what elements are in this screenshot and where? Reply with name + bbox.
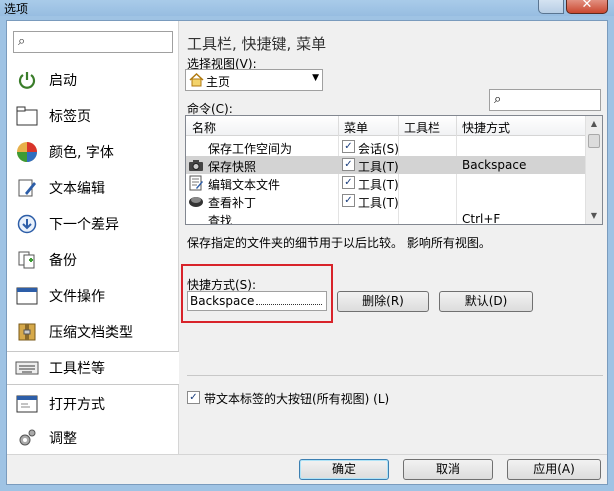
palette-icon [15, 140, 39, 164]
large-buttons-checkbox[interactable]: ✓ [187, 391, 200, 404]
home-icon [189, 72, 204, 90]
sidebar-item-label: 打开方式 [49, 397, 105, 413]
shortcut-input-value: Backspace [190, 294, 255, 308]
shortcut-input[interactable]: Backspace [187, 291, 327, 311]
sidebar-item-tweaks[interactable]: 调整 [7, 421, 179, 455]
close-button[interactable]: ✕ [566, 0, 608, 14]
table-row[interactable]: 保存工作空间为 ✓ 会话(S) [186, 138, 586, 156]
help-button[interactable] [538, 0, 564, 14]
search-icon: ⌕ [494, 92, 502, 107]
search-icon: ⌕ [18, 34, 26, 49]
menu-checkbox[interactable]: ✓ [342, 158, 355, 171]
sidebar: ⌕ 启动 标签页 颜色, 字体 文本编辑 下一个差异 备份 文件操作 压缩文档类… [7, 21, 179, 454]
apply-button[interactable]: 应用(A) [507, 459, 601, 480]
scroll-up-icon[interactable]: ▲ [586, 116, 602, 132]
row-name: 编辑文本文件 [208, 178, 281, 192]
row-menu: 会话(S) [358, 142, 399, 156]
divider [187, 375, 603, 376]
chevron-down-icon: ▼ [312, 73, 319, 83]
sidebar-item-backup[interactable]: 备份 [7, 243, 179, 277]
sidebar-item-tabs[interactable]: 标签页 [7, 99, 179, 133]
open-with-icon [15, 392, 39, 416]
column-header-menu[interactable]: 菜单 [344, 119, 368, 136]
backup-icon [15, 248, 39, 272]
sidebar-item-label: 备份 [49, 253, 77, 269]
sidebar-item-text-edit[interactable]: 文本编辑 [7, 171, 179, 205]
tab-icon [15, 104, 39, 128]
sidebar-item-open-with[interactable]: 打开方式 [7, 387, 179, 421]
row-menu: 工具(T) [358, 178, 399, 192]
column-header-shortcut[interactable]: 快捷方式 [462, 119, 510, 136]
sidebar-item-colors-fonts[interactable]: 颜色, 字体 [7, 135, 179, 169]
patch-icon [188, 193, 204, 209]
column-header-name[interactable]: 名称 [192, 119, 216, 136]
row-menu: 工具(T) [358, 196, 399, 210]
table-row[interactable]: 保存快照 ✓ 工具(T) Backspace [186, 156, 586, 174]
sidebar-item-label: 工具栏等 [49, 361, 105, 377]
table-row[interactable]: 查找 Ctrl+F [186, 210, 586, 225]
close-icon: ✕ [581, 0, 593, 12]
edit-file-icon [188, 175, 204, 191]
window-title: 选项 [4, 2, 29, 16]
cancel-button[interactable]: 取消 [403, 459, 493, 480]
row-menu: 工具(T) [358, 160, 399, 174]
archive-icon [15, 320, 39, 344]
sidebar-item-label: 调整 [49, 431, 77, 447]
sidebar-item-label: 标签页 [49, 109, 91, 125]
file-operation-icon [15, 284, 39, 308]
sort-ascending-icon: ⌃ [258, 115, 266, 123]
sidebar-item-label: 启动 [49, 73, 77, 89]
button-bar: 确定 取消 应用(A) [7, 454, 607, 484]
delete-button[interactable]: 删除(R) [337, 291, 429, 312]
ok-button[interactable]: 确定 [299, 459, 389, 480]
sidebar-item-toolbars[interactable]: 工具栏等 [7, 351, 179, 385]
default-button[interactable]: 默认(D) [439, 291, 533, 312]
sidebar-item-file-operations[interactable]: 文件操作 [7, 279, 179, 313]
sidebar-search-input[interactable]: ⌕ [13, 31, 173, 53]
view-select-value: 主页 [206, 75, 231, 89]
row-name: 保存快照 [208, 160, 257, 174]
table-row[interactable]: 编辑文本文件 ✓ 工具(T) [186, 174, 586, 192]
sidebar-item-label: 颜色, 字体 [49, 145, 114, 161]
command-description: 保存指定的文件夹的细节用于以后比较。 影响所有视图。 [187, 236, 491, 250]
sidebar-item-label: 压缩文档类型 [49, 325, 133, 341]
sidebar-item-label: 文本编辑 [49, 181, 105, 197]
large-buttons-label: 带文本标签的大按钮(所有视图) (L) [204, 392, 390, 406]
sidebar-item-label: 下一个差异 [49, 217, 119, 233]
power-icon [15, 68, 39, 92]
scroll-thumb[interactable] [588, 134, 600, 148]
down-arrow-icon [15, 212, 39, 236]
sidebar-item-label: 文件操作 [49, 289, 105, 305]
view-select[interactable]: 主页 ▼ [185, 69, 323, 91]
table-row[interactable]: 查看补丁 ✓ 工具(T) [186, 192, 586, 210]
column-header-toolbar[interactable]: 工具栏 [404, 119, 440, 136]
sidebar-item-startup[interactable]: 启动 [7, 63, 179, 97]
menu-checkbox[interactable]: ✓ [342, 194, 355, 207]
commands-list[interactable]: ⌃ 名称 菜单 工具栏 快捷方式 保存工作空间为 ✓ 会话(S) 保存快照 ✓ … [185, 115, 603, 225]
keyboard-icon [15, 356, 39, 380]
scroll-down-icon[interactable]: ▼ [586, 208, 602, 224]
sidebar-item-archive-types[interactable]: 压缩文档类型 [7, 315, 179, 349]
row-name: 保存工作空间为 [208, 142, 293, 156]
menu-checkbox[interactable]: ✓ [342, 176, 355, 189]
menu-checkbox[interactable]: ✓ [342, 140, 355, 153]
section-title: 工具栏, 快捷键, 菜单 [187, 35, 327, 53]
list-scrollbar[interactable]: ▲ ▼ [585, 116, 602, 224]
camera-icon [188, 157, 204, 173]
row-name: 查找 [208, 214, 233, 225]
pencil-icon [15, 176, 39, 200]
title-bar: 选项 ✕ [0, 0, 614, 16]
row-shortcut: Backspace [462, 158, 527, 172]
command-search-input[interactable]: ⌕ [489, 89, 601, 111]
gear-icon [15, 426, 39, 450]
dialog-client: ⌕ 启动 标签页 颜色, 字体 文本编辑 下一个差异 备份 文件操作 压缩文档类… [6, 20, 608, 485]
row-name: 查看补丁 [208, 196, 257, 210]
row-shortcut: Ctrl+F [462, 212, 501, 225]
list-header: ⌃ 名称 菜单 工具栏 快捷方式 [186, 115, 587, 136]
sidebar-item-next-diff[interactable]: 下一个差异 [7, 207, 179, 241]
